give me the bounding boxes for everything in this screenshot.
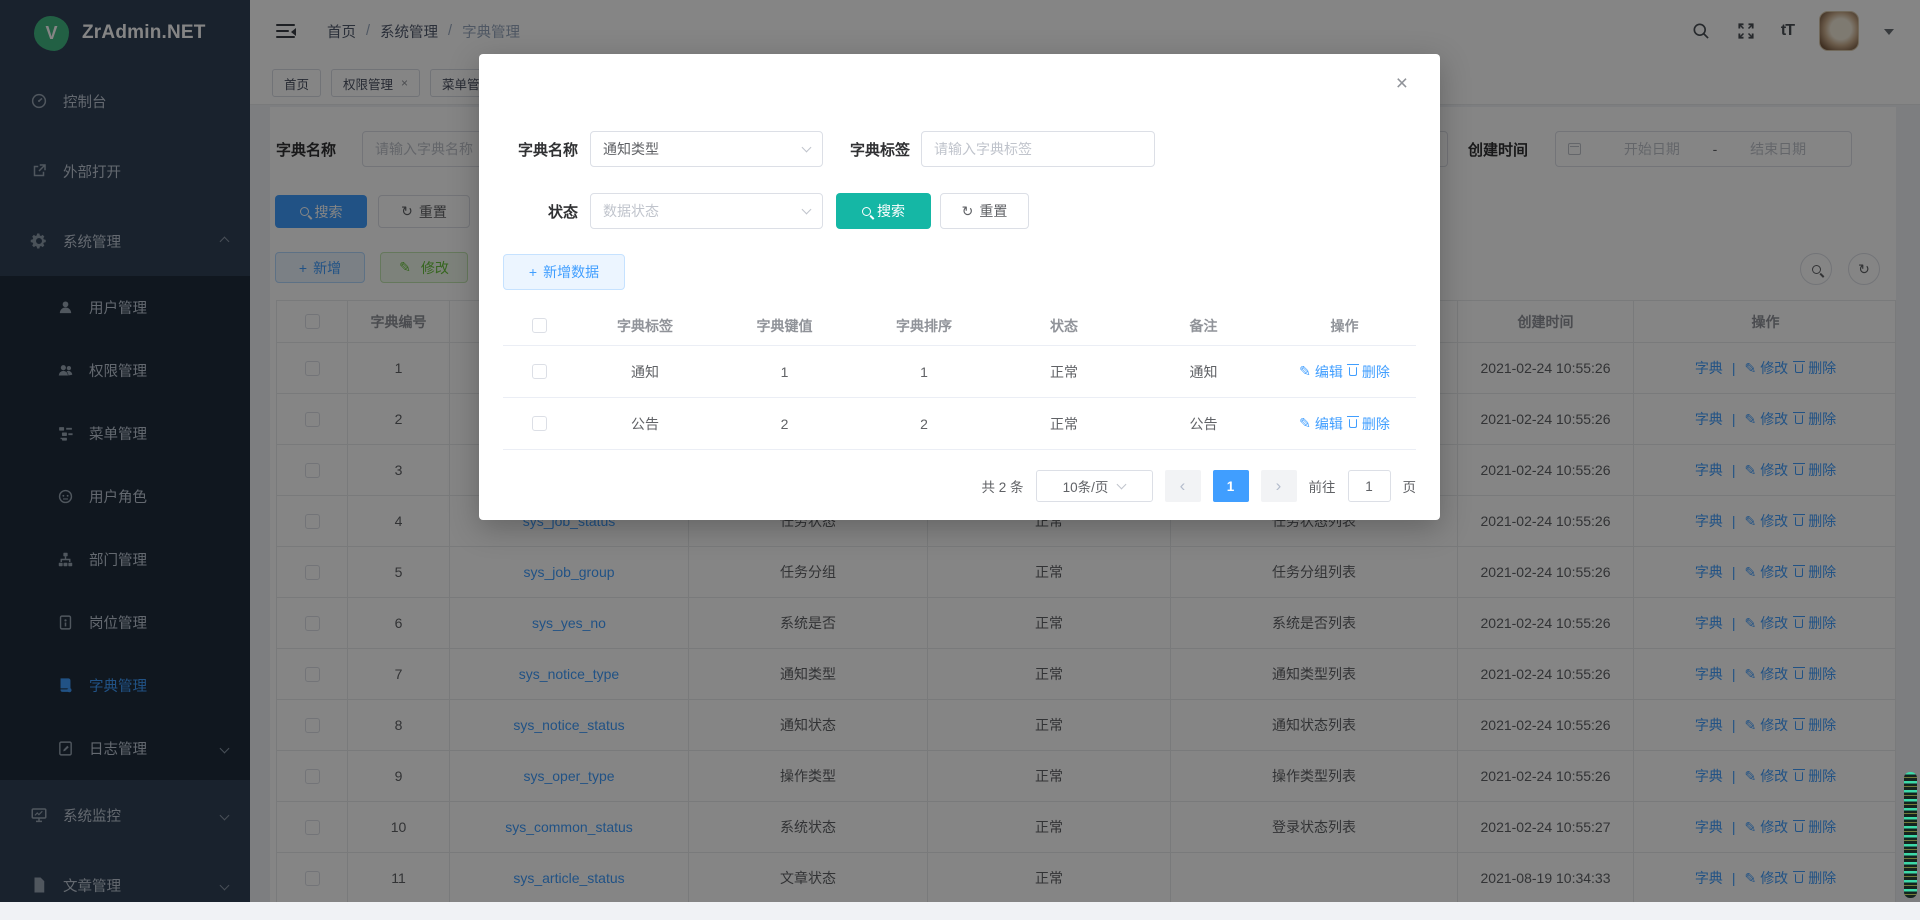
chevron-down-icon: [802, 205, 812, 215]
cell-dict-sort: 2: [854, 398, 994, 450]
modal-add-data-button[interactable]: + 新增数据: [503, 254, 625, 290]
row-checkbox[interactable]: [532, 364, 547, 379]
dict-data-table: 字典标签 字典键值 字典排序 状态 备注 操作 通知 1 1 正常 通知 ✎编辑…: [503, 306, 1416, 450]
dict-data-modal: × 字典名称 通知类型 字典标签 请输入字典标签 状态 数据状态 搜索 ↻ 重置…: [479, 54, 1440, 520]
row-checkbox[interactable]: [532, 416, 547, 431]
cell-dict-label: 公告: [575, 398, 715, 450]
edit-link[interactable]: ✎编辑: [1299, 362, 1343, 382]
plus-icon: +: [529, 264, 537, 280]
cell-actions: ✎编辑删除: [1273, 398, 1416, 450]
cell-status: 正常: [994, 346, 1134, 398]
cell-dict-sort: 1: [854, 346, 994, 398]
cell-dict-value: 2: [715, 398, 854, 450]
delete-link[interactable]: 删除: [1349, 414, 1390, 434]
pagination-total: 共 2 条: [981, 476, 1023, 496]
row-checkbox-cell: [503, 398, 575, 450]
modal-search-button[interactable]: 搜索: [836, 193, 931, 229]
edit-icon: ✎: [1299, 415, 1311, 432]
goto-page-input[interactable]: [1348, 470, 1391, 502]
header-dict-value: 字典键值: [715, 306, 854, 346]
modal-dict-tag-label: 字典标签: [825, 131, 910, 167]
next-page-button[interactable]: ›: [1261, 470, 1297, 502]
goto-prefix: 前往: [1309, 476, 1336, 496]
header-actions: 操作: [1273, 306, 1416, 346]
cell-dict-label: 通知: [575, 346, 715, 398]
modal-status-select[interactable]: 数据状态: [590, 193, 823, 229]
prev-page-button[interactable]: ‹: [1165, 470, 1201, 502]
row-checkbox-cell: [503, 346, 575, 398]
header-checkbox-cell: [503, 306, 575, 346]
pagination: 共 2 条 10条/页 ‹ 1 › 前往 页: [503, 470, 1416, 502]
modal-dict-tag-input[interactable]: 请输入字典标签: [921, 131, 1155, 167]
cell-dict-value: 1: [715, 346, 854, 398]
modal-status-label: 状态: [493, 193, 578, 229]
modal-reset-button[interactable]: ↻ 重置: [940, 193, 1029, 229]
page-size-select[interactable]: 10条/页: [1036, 470, 1153, 502]
modal-dict-name-select[interactable]: 通知类型: [590, 131, 823, 167]
header-dict-sort: 字典排序: [854, 306, 994, 346]
goto-suffix: 页: [1403, 476, 1417, 496]
delete-link[interactable]: 删除: [1349, 362, 1390, 382]
chevron-down-icon: [802, 143, 812, 153]
chevron-down-icon: [1117, 480, 1127, 490]
edit-icon: ✎: [1299, 363, 1311, 380]
trash-icon: [1349, 419, 1357, 428]
search-icon: [862, 207, 871, 216]
dict-tag-placeholder: 请输入字典标签: [934, 139, 1032, 159]
current-page-button[interactable]: 1: [1213, 470, 1249, 502]
browser-extension-widget[interactable]: [1904, 772, 1917, 898]
header-remark: 备注: [1134, 306, 1273, 346]
cell-remark: 通知: [1134, 346, 1273, 398]
close-icon[interactable]: ×: [1396, 72, 1408, 96]
trash-icon: [1349, 367, 1357, 376]
cell-remark: 公告: [1134, 398, 1273, 450]
header-dict-label: 字典标签: [575, 306, 715, 346]
cell-actions: ✎编辑删除: [1273, 346, 1416, 398]
modal-dict-name-label: 字典名称: [493, 131, 578, 167]
refresh-icon: ↻: [962, 203, 974, 220]
select-all-checkbox[interactable]: [532, 318, 547, 333]
edit-link[interactable]: ✎编辑: [1299, 414, 1343, 434]
cell-status: 正常: [994, 398, 1134, 450]
header-status: 状态: [994, 306, 1134, 346]
